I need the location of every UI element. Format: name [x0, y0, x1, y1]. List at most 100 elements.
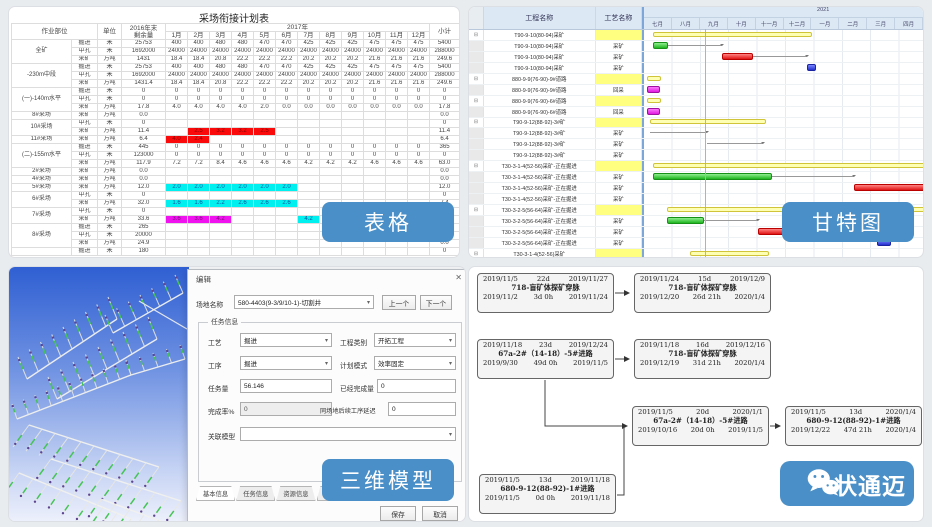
gantt-row[interactable]: T90-9-10(80-94)采矿采矿 — [469, 52, 923, 63]
month-value-cell: 2.0 — [254, 184, 276, 192]
gantt-bar-green[interactable] — [653, 173, 772, 180]
gantt-row[interactable]: T30-3-1-4(52-56)采矿-正在掘进采矿 — [469, 183, 923, 194]
gantt-bar-red[interactable] — [854, 184, 924, 191]
collapse-icon[interactable]: ⊟ — [469, 161, 484, 171]
completed-field[interactable]: 0 — [377, 379, 456, 393]
unit-cell: 米 — [98, 40, 122, 48]
gantt-row[interactable]: T90-9-12(88-92)-3#矿采矿 — [469, 139, 923, 150]
unit-cell: 万吨 — [98, 56, 122, 64]
gantt-row[interactable]: ⊟T90-9-10(80-94)采矿 — [469, 30, 923, 41]
gantt-bar-green[interactable] — [667, 217, 704, 224]
next-button[interactable]: 下一个 — [420, 295, 452, 310]
gantt-bar-link[interactable] — [668, 45, 722, 46]
gantt-row[interactable]: T90-9-10(80-94)采矿采矿 — [469, 63, 923, 74]
collapse-icon[interactable]: ⊟ — [469, 96, 484, 106]
gantt-bar-sum[interactable] — [653, 163, 924, 168]
work-type-cell: 掘进 — [72, 144, 98, 152]
network-task-box[interactable]: 2019/11/1816d2019/12/16718-盲矿体探矿穿脉2019/1… — [634, 339, 771, 379]
unit-cell: 米 — [98, 88, 122, 96]
gantt-row[interactable]: ⊟880-9-9(76-90)-9#道路 — [469, 74, 923, 85]
network-task-box[interactable]: 2019/11/1823d2019/12/2467a-2#（14-18）-5#进… — [477, 339, 614, 379]
category-select[interactable]: 开拓工程▾ — [374, 333, 456, 347]
gantt-timeline-cell — [642, 52, 923, 62]
gantt-bar-red[interactable] — [722, 53, 753, 60]
gantt-row[interactable]: T90-9-12(88-92)-3#矿采矿 — [469, 128, 923, 139]
cancel-button[interactable]: 取消 — [422, 506, 458, 521]
gantt-row[interactable]: ⊟880-9-9(76-90)-6#道路 — [469, 96, 923, 107]
month-value-cell — [232, 224, 254, 232]
month-value-cell: 4.0 — [210, 104, 232, 112]
gantt-row[interactable]: ⊟T30-3-1-4(52-56)采矿 — [469, 249, 923, 258]
remaining-cell: 6.4 — [122, 136, 166, 144]
collapse-icon[interactable]: ⊟ — [469, 249, 484, 258]
completed-label: 已经完成量 — [340, 383, 374, 393]
month-value-cell: 2.6 — [254, 200, 276, 208]
quantity-field[interactable]: 56.146 — [240, 379, 332, 393]
linked-model-select[interactable]: ▾ — [240, 427, 456, 441]
month-value-cell — [232, 168, 254, 176]
gantt-row[interactable]: 880-9-9(76-90)-9#道路回采 — [469, 85, 923, 96]
close-icon[interactable]: ✕ — [455, 273, 462, 282]
gantt-bar-sum[interactable] — [647, 76, 661, 81]
month-value-cell — [364, 176, 386, 184]
previous-button[interactable]: 上一个 — [382, 295, 416, 310]
unit-cell: 米 — [98, 152, 122, 160]
dialog-tab-3[interactable]: 资源信息 — [276, 486, 315, 501]
gantt-bar-green[interactable] — [653, 42, 669, 49]
network-task-box[interactable]: 2019/11/2415d2019/12/9718-盲矿体探矿穿脉2019/12… — [634, 273, 771, 313]
month-value-cell: 20.2 — [342, 80, 364, 88]
delay-field[interactable]: 0 — [388, 402, 456, 416]
gantt-bar-link[interactable] — [753, 56, 807, 57]
month-value-cell: 4.6 — [254, 160, 276, 168]
month-value-cell — [166, 240, 188, 248]
gantt-bar-blue[interactable] — [807, 64, 816, 71]
late-start: 2019/12/22 — [791, 426, 830, 434]
process-select[interactable]: 掘进▾ — [240, 333, 332, 347]
gantt-row[interactable]: T90-9-12(88-92)-3#矿采矿 — [469, 150, 923, 161]
month-value-cell: 24000 — [386, 48, 408, 56]
network-task-box[interactable]: 2019/11/513d2020/1/4680-9-12(88-92)-1#进路… — [785, 406, 922, 446]
gantt-bar-sum[interactable] — [647, 98, 661, 103]
gantt-bar-link[interactable] — [704, 220, 758, 221]
save-button[interactable]: 保存 — [380, 506, 416, 521]
mode-select[interactable]: 效率固定▾ — [374, 356, 456, 370]
collapse-icon[interactable]: ⊟ — [469, 74, 484, 84]
month-value-cell — [232, 120, 254, 128]
month-header: 10月 — [364, 32, 386, 40]
collapse-icon[interactable]: ⊟ — [469, 118, 484, 128]
gantt-bar-magenta[interactable] — [647, 86, 660, 93]
collapse-icon[interactable]: ⊟ — [469, 30, 484, 40]
month-value-cell: 20.2 — [342, 56, 364, 64]
dialog-tab-2[interactable]: 任务信息 — [236, 486, 275, 501]
month-value-cell — [210, 176, 232, 184]
gantt-bar-link[interactable] — [650, 132, 707, 133]
month-value-cell — [276, 216, 298, 224]
month-value-cell: 480 — [232, 40, 254, 48]
gantt-row[interactable]: T90-9-10(80-94)采矿采矿 — [469, 41, 923, 52]
network-task-box[interactable]: 2019/11/522d2019/11/27718-盲矿体探矿穿脉2019/11… — [477, 273, 614, 313]
gantt-row[interactable]: 880-9-9(76-90)-6#道路回采 — [469, 107, 923, 118]
gantt-bar-sum[interactable] — [650, 119, 766, 124]
site-name-select[interactable]: 580-4403(9-3/9/10-1)-切割井▾ — [234, 295, 374, 309]
gantt-row[interactable]: T30-3-1-4(52-56)采矿-正在掘进采矿 — [469, 172, 923, 183]
procedure-select[interactable]: 掘进▾ — [240, 356, 332, 370]
model-3d-viewport[interactable] — [9, 267, 189, 522]
gantt-bar-link[interactable] — [707, 143, 764, 144]
dialog-tab-1[interactable]: 基本信息 — [196, 486, 235, 501]
remaining-cell: 265 — [122, 224, 166, 232]
gantt-bar-magenta[interactable] — [647, 108, 660, 115]
network-task-box[interactable]: 2019/11/520d2020/1/167a-2#（14-18）-5#进路20… — [632, 406, 769, 446]
month-value-cell: 24000 — [276, 72, 298, 80]
month-value-cell — [298, 168, 320, 176]
gantt-bar-link[interactable] — [772, 176, 854, 177]
network-task-box[interactable]: 2019/11/513d2019/11/18680-9-12(88-92)-1#… — [479, 474, 616, 514]
table-row: 采矿万吨11.42.53.23.22.511.4 — [12, 128, 460, 136]
collapse-icon[interactable]: ⊟ — [469, 205, 484, 215]
gantt-row[interactable]: ⊟T30-3-1-4(52-56)采矿-正在掘进 — [469, 161, 923, 172]
subtotal-cell: 6.4 — [430, 136, 460, 144]
month-value-cell: 480 — [210, 40, 232, 48]
gantt-bar-sum[interactable] — [690, 251, 770, 256]
gantt-row[interactable]: ⊟T90-9-12(88-92)-3#矿 — [469, 118, 923, 129]
month-value-cell: 0 — [364, 96, 386, 104]
gantt-bar-sum[interactable] — [653, 32, 812, 37]
